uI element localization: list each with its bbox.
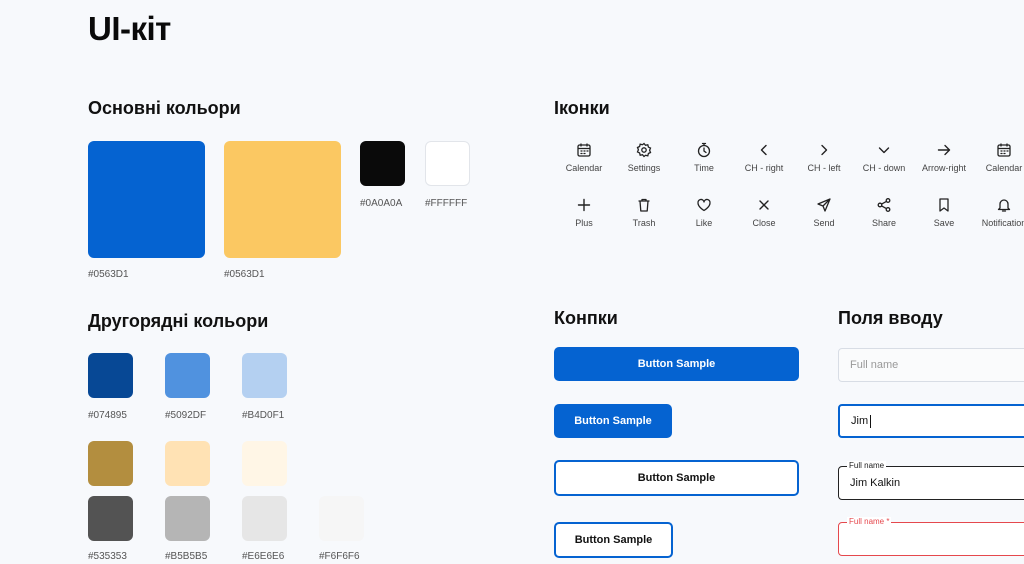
secondary-swatch-7-label: #535353 bbox=[88, 551, 127, 562]
primary-swatch-3 bbox=[360, 141, 405, 186]
icon-label: Time bbox=[694, 163, 714, 173]
icon-item-time: Time bbox=[674, 142, 734, 173]
page-title: UI-кіт bbox=[88, 10, 171, 47]
icon-label: Trash bbox=[632, 218, 656, 228]
chevron-right-icon bbox=[821, 144, 828, 156]
input-value: Jim Kalkin bbox=[850, 477, 901, 489]
secondary-swatch-6 bbox=[242, 441, 287, 486]
primary-swatch-2 bbox=[224, 141, 341, 258]
icon-label: CH - down bbox=[862, 163, 906, 173]
icon-item-trash: Trash bbox=[614, 197, 674, 228]
icon-label: Save bbox=[933, 218, 955, 228]
primary-swatch-1 bbox=[88, 141, 205, 258]
share-icon bbox=[877, 198, 891, 212]
icon-item-plus: Plus bbox=[554, 197, 614, 228]
close-icon bbox=[759, 200, 769, 210]
primary-button-large[interactable]: Button Sample bbox=[554, 347, 799, 381]
secondary-swatch-9-label: #E6E6E6 bbox=[242, 551, 285, 562]
icon-label: Like bbox=[695, 218, 713, 228]
icon-item-ch-left: CH - left bbox=[794, 142, 854, 173]
buttons-title: Конпки bbox=[554, 308, 618, 328]
icon-item-ch-down: CH - down bbox=[854, 142, 914, 173]
calendar-icon bbox=[577, 143, 591, 157]
time-icon bbox=[697, 142, 711, 158]
text-cursor bbox=[870, 414, 872, 428]
primary-button-small[interactable]: Button Sample bbox=[554, 404, 672, 438]
icon-label: Close bbox=[752, 218, 776, 228]
icon-item-settings: Settings bbox=[614, 142, 674, 173]
icon-label: Notification bbox=[981, 218, 1024, 228]
icon-item-ch-right: CH - right bbox=[734, 142, 794, 173]
icon-item-close: Close bbox=[734, 197, 794, 228]
secondary-swatch-7 bbox=[88, 496, 133, 541]
icons-title: Іконки bbox=[554, 98, 610, 118]
secondary-swatch-10-label: #F6F6F6 bbox=[319, 551, 360, 562]
icon-label: CH - right bbox=[744, 163, 784, 173]
like-icon bbox=[697, 198, 711, 212]
icon-item-calendar-2: Calendar bbox=[974, 142, 1024, 173]
outline-button-small[interactable]: Button Sample bbox=[554, 522, 673, 558]
icon-label: Arrow-right bbox=[921, 163, 966, 173]
secondary-swatch-3 bbox=[242, 353, 287, 398]
trash-icon bbox=[638, 198, 650, 212]
primary-swatch-4-label: #FFFFFF bbox=[425, 198, 468, 209]
secondary-swatch-1-label: #074895 bbox=[88, 410, 127, 421]
secondary-swatch-2 bbox=[165, 353, 210, 398]
secondary-swatch-8 bbox=[165, 496, 210, 541]
save-icon bbox=[939, 198, 949, 212]
icon-item-notification: Notification bbox=[974, 197, 1024, 228]
secondary-swatch-1 bbox=[88, 353, 133, 398]
secondary-colors-title: Другорядні кольори bbox=[88, 311, 269, 331]
settings-icon bbox=[636, 142, 652, 158]
secondary-swatch-10 bbox=[319, 496, 364, 541]
secondary-swatch-8-label: #B5B5B5 bbox=[165, 551, 208, 562]
icon-label: Calendar bbox=[985, 163, 1023, 173]
icon-label: CH - left bbox=[807, 163, 841, 173]
full-name-input-focused[interactable]: Jim bbox=[838, 404, 1024, 438]
secondary-swatch-9 bbox=[242, 496, 287, 541]
secondary-swatch-3-label: #B4D0F1 bbox=[242, 410, 285, 421]
icon-label: Settings bbox=[627, 163, 661, 173]
icon-item-send: Send bbox=[794, 197, 854, 228]
icon-item-share: Share bbox=[854, 197, 914, 228]
icon-label: Plus bbox=[575, 218, 593, 228]
icon-label: Send bbox=[813, 218, 835, 228]
primary-swatch-1-label: #0563D1 bbox=[88, 269, 129, 280]
placeholder-text: Full name bbox=[850, 359, 899, 371]
floating-label: Full name bbox=[847, 461, 887, 470]
secondary-swatch-5 bbox=[165, 441, 210, 486]
primary-colors-title: Основні кольори bbox=[88, 98, 241, 118]
primary-swatch-2-label: #0563D1 bbox=[224, 269, 265, 280]
secondary-swatch-2-label: #5092DF bbox=[165, 410, 207, 421]
arrow-right-icon bbox=[937, 144, 951, 156]
outline-button-large[interactable]: Button Sample bbox=[554, 460, 799, 496]
secondary-swatch-4 bbox=[88, 441, 133, 486]
full-name-input-filled[interactable]: Full name Jim Kalkin bbox=[838, 461, 1024, 500]
inputs-title: Поля вводу bbox=[838, 308, 943, 328]
plus-icon bbox=[577, 198, 591, 212]
icon-item-arrow-right: Arrow-right bbox=[914, 142, 974, 173]
full-name-input-error[interactable]: Full name * bbox=[838, 517, 1024, 556]
icon-item-calendar: Calendar bbox=[554, 142, 614, 173]
input-value: Jim bbox=[851, 415, 869, 427]
icon-label: Calendar bbox=[565, 163, 603, 173]
full-name-input-empty[interactable]: Full name bbox=[838, 348, 1024, 382]
icon-item-save: Save bbox=[914, 197, 974, 228]
floating-label-error: Full name * bbox=[847, 517, 892, 526]
icon-label: Share bbox=[871, 218, 897, 228]
primary-swatch-4 bbox=[425, 141, 470, 186]
chevron-down-icon bbox=[878, 147, 890, 154]
send-icon bbox=[817, 198, 831, 212]
primary-swatch-3-label: #0A0A0A bbox=[360, 198, 403, 209]
icon-item-like: Like bbox=[674, 197, 734, 228]
chevron-left-icon bbox=[760, 144, 767, 156]
calendar-icon bbox=[997, 143, 1011, 157]
notification-icon bbox=[997, 199, 1011, 212]
